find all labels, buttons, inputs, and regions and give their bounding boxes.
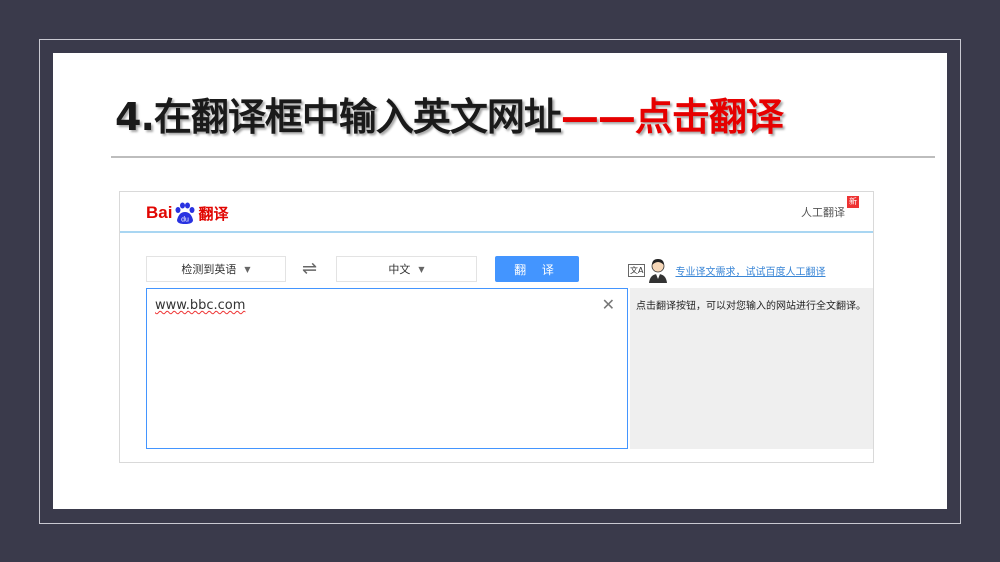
translation-output-text: 点击翻译按钮，可以对您输入的网站进行全文翻译。 [636, 301, 866, 312]
baidu-translate-panel: Bai du 翻译 人工翻译 新 检测到英语 ▼ ⇌ 中文 ▼ 翻 译 文A 专… [119, 191, 874, 463]
logo-fanyi: 翻译 [198, 204, 229, 223]
human-translation-promo: 文A 专业译文需求，试试百度人工翻译 [628, 256, 868, 284]
target-language-select[interactable]: 中文 ▼ [336, 256, 477, 282]
chevron-down-icon: ▼ [244, 264, 251, 274]
avatar-icon [649, 259, 668, 283]
target-language-label: 中文 [388, 263, 411, 276]
source-language-label: 检测到英语 [181, 263, 237, 276]
source-text-value[interactable]: www.bbc.com [155, 298, 245, 313]
title-divider [111, 156, 935, 158]
translation-output: 点击翻译按钮，可以对您输入的网站进行全文翻译。 [630, 288, 873, 449]
human-translation-link[interactable]: 人工翻译 [801, 204, 845, 220]
slide-title: 4.在翻译框中输入英文网址——点击翻译 [115, 89, 915, 145]
top-bar: Bai du 翻译 人工翻译 新 [120, 192, 873, 233]
translate-button[interactable]: 翻 译 [495, 256, 579, 282]
slide: 4.在翻译框中输入英文网址——点击翻译 Bai du 翻译 人工翻译 新 检测到… [53, 53, 947, 509]
swap-languages-icon[interactable]: ⇌ [302, 258, 317, 279]
logo-bai: Bai [146, 203, 173, 222]
slide-title-main: 4.在翻译框中输入英文网址 [115, 95, 562, 139]
new-badge: 新 [847, 196, 859, 208]
source-language-select[interactable]: 检测到英语 ▼ [146, 256, 286, 282]
translate-icon: 文A [628, 263, 646, 277]
chevron-down-icon: ▼ [418, 264, 425, 274]
logo-du: du [182, 217, 190, 224]
paw-icon: du [175, 202, 195, 224]
slide-title-action: ——点击翻译 [560, 95, 784, 139]
baidu-logo[interactable]: Bai du 翻译 [146, 201, 228, 225]
source-text-input[interactable]: www.bbc.com ✕ [146, 288, 628, 449]
human-translation-promo-link[interactable]: 专业译文需求，试试百度人工翻译 [675, 263, 825, 278]
close-icon[interactable]: ✕ [602, 295, 615, 314]
